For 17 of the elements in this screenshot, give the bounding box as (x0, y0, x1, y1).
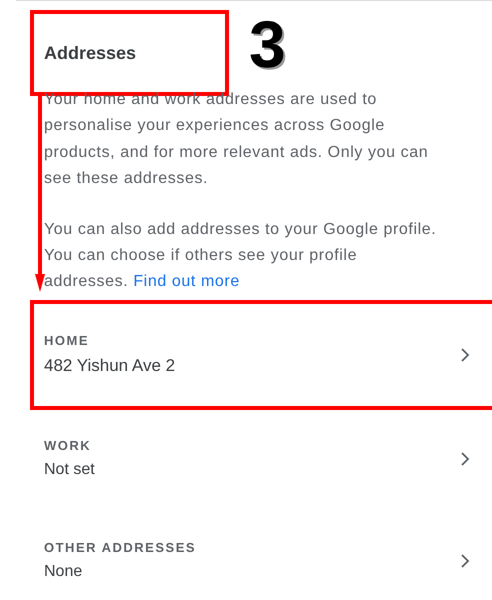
chevron-right-icon (460, 346, 470, 363)
section-title: Addresses (44, 42, 136, 64)
chevron-right-icon (460, 552, 470, 569)
description-text: Your home and work addresses are used to personalise your experiences across Google products, and for more relevant ads. Only you can see these addresses. (44, 90, 430, 190)
address-value: Not set (44, 461, 95, 480)
address-row[interactable]: HOME 482 Yishun Ave 2 (30, 300, 492, 410)
find-out-more-link[interactable]: Find out more (133, 273, 240, 290)
address-label: WORK (44, 438, 92, 454)
profile-note-text: You can also add addresses to your Google profile. You can choose if others see your profile addresses. Find out more (44, 220, 438, 292)
address-value: None (44, 563, 84, 582)
address-row[interactable]: WORK Not set (30, 410, 492, 512)
address-row[interactable]: OTHER ADDRESSES None (30, 512, 492, 600)
address-label: HOME (44, 333, 90, 348)
chevron-right-icon (460, 450, 470, 467)
address-label: OTHER ADDRESSES (44, 540, 196, 556)
address-value: 482 Yishun Ave 2 (44, 356, 176, 376)
step-number: 3 (249, 10, 286, 78)
